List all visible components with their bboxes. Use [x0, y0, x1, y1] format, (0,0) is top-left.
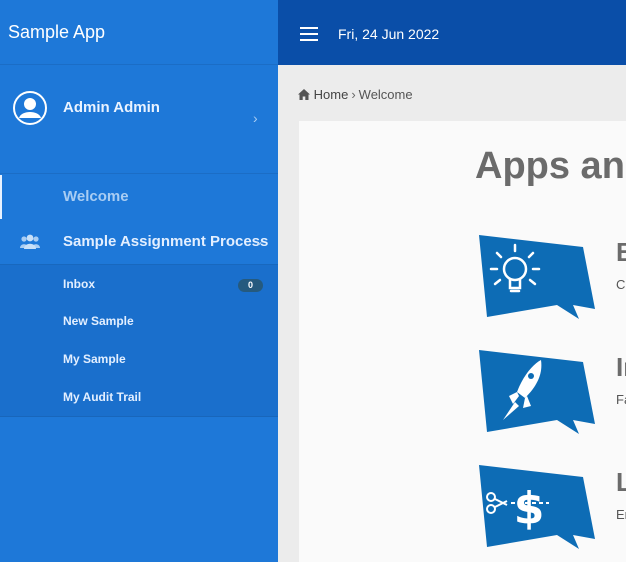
feature-description: Cr — [616, 277, 626, 292]
app-brand[interactable]: Sample App — [0, 0, 278, 65]
users-icon — [20, 234, 40, 249]
feature-description: Fa — [616, 392, 626, 407]
chevron-right-icon[interactable]: › — [253, 110, 258, 126]
chevron-down-icon[interactable]: ⌄ — [254, 234, 264, 248]
submenu-item-my-sample[interactable]: My Sample — [0, 340, 278, 378]
submenu-item-label: My Audit Trail — [63, 390, 142, 404]
sidebar: Sample App Admin Admin › Welcome Sample … — [0, 0, 278, 562]
nav-item-sample-assignment-process[interactable]: Sample Assignment Process ⌄ — [0, 219, 278, 265]
user-panel[interactable]: Admin Admin › — [0, 65, 278, 174]
submenu-item-inbox[interactable]: Inbox 0 — [0, 265, 278, 303]
feature-title: In — [616, 352, 626, 382]
nav-item-welcome-label: Welcome — [63, 188, 129, 205]
inbox-count-badge: 0 — [238, 279, 263, 292]
feature-title: B — [616, 237, 626, 267]
breadcrumb-current: Welcome — [358, 87, 413, 102]
user-name: Admin Admin — [63, 99, 160, 116]
submenu-item-new-sample[interactable]: New Sample — [0, 302, 278, 340]
scissors-dollar-icon: $ — [479, 465, 595, 549]
feature-item: B Cr — [475, 233, 626, 323]
breadcrumb-home-link[interactable]: Home — [314, 87, 349, 102]
submenu-item-label: Inbox — [63, 277, 95, 291]
feature-description: Er — [616, 507, 626, 522]
feature-item: In Fa — [475, 348, 626, 438]
top-bar: Fri, 24 Jun 2022 — [278, 0, 626, 65]
submenu-item-my-audit-trail[interactable]: My Audit Trail — [0, 378, 278, 416]
process-submenu: Inbox 0 New Sample My Sample My Audit Tr… — [0, 265, 278, 417]
svg-text:$: $ — [514, 483, 545, 534]
home-icon — [298, 89, 310, 100]
breadcrumb: Home › Welcome — [298, 87, 413, 102]
nav-item-process-label: Sample Assignment Process — [63, 233, 269, 250]
feature-item: $ L Er — [475, 463, 626, 553]
nav-item-welcome[interactable]: Welcome — [0, 175, 278, 219]
current-date: Fri, 24 Jun 2022 — [338, 26, 440, 42]
user-avatar-icon — [13, 91, 47, 125]
rocket-icon — [479, 350, 595, 434]
hamburger-menu-icon[interactable] — [300, 27, 318, 41]
submenu-item-label: New Sample — [63, 314, 134, 328]
feature-title: L — [616, 467, 626, 497]
page-heading: Apps and — [475, 145, 626, 187]
submenu-item-label: My Sample — [63, 352, 126, 366]
breadcrumb-separator-icon: › — [351, 87, 356, 102]
lightbulb-icon — [479, 235, 595, 319]
content-panel: Apps and B Cr — [299, 121, 626, 562]
